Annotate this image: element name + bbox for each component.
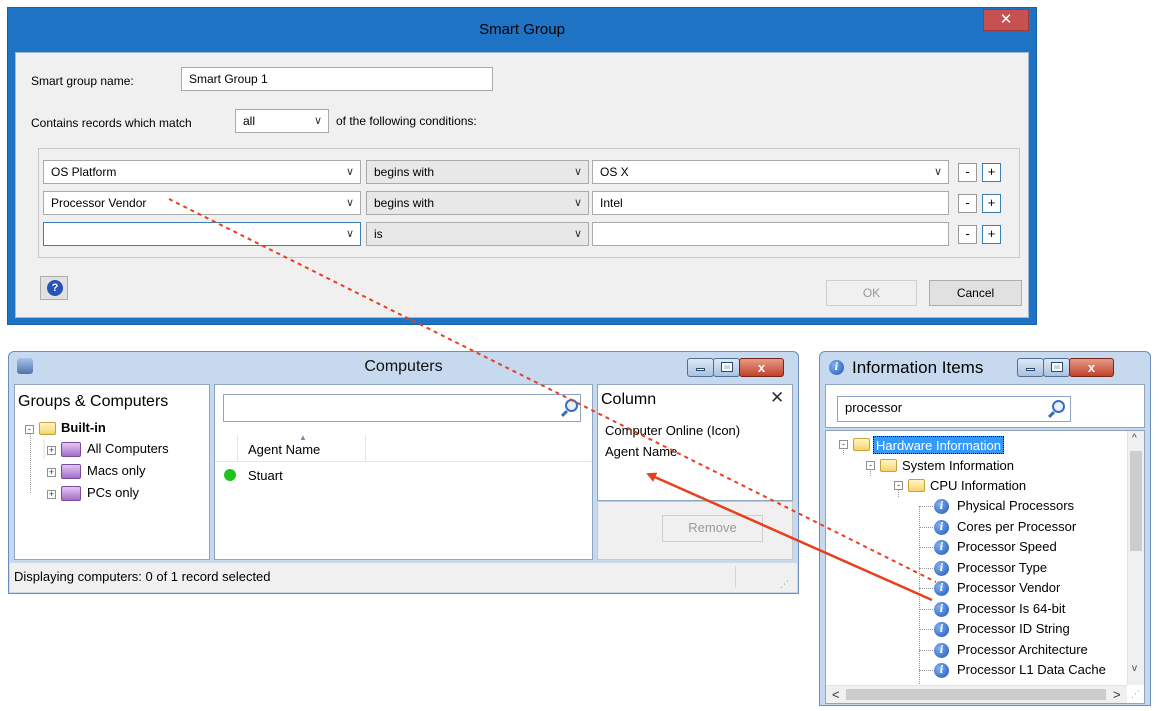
annotation-overlay [168,198,937,602]
drag-arrow-annotation [646,472,933,602]
drag-path-annotation [168,198,937,583]
